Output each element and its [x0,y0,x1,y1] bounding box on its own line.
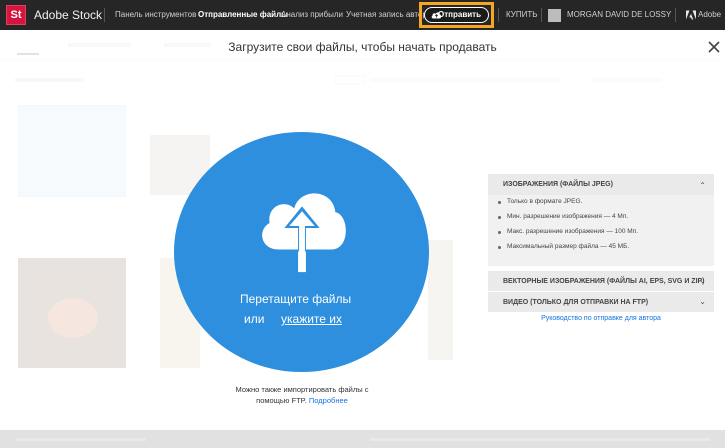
nav-dashboard[interactable]: Панель инструментов [115,10,196,19]
vector-section-header[interactable]: ВЕКТОРНЫЕ ИЗОБРАЖЕНИЯ (ФАЙЛЫ AI, EPS, SV… [488,271,714,291]
upload-button[interactable]: Отправить [424,7,489,23]
vector-header-label: ВЕКТОРНЫЕ ИЗОБРАЖЕНИЯ (ФАЙЛЫ AI, EPS, SV… [503,278,705,285]
ftp-learn-more-link[interactable]: Подробнее [309,396,348,405]
ftp-note-text: Можно также импортировать файлы с помощь… [235,385,369,405]
modal-title: Загрузите свои файлы, чтобы начать прода… [228,40,497,54]
video-header-label: ВИДЕО (ТОЛЬКО ДЛЯ ОТПРАВКИ НА FTP) [503,299,649,306]
nav-buy[interactable]: КУПИТЬ [506,10,537,19]
list-item: Максимальный размер файла — 45 МБ. [496,243,638,258]
close-icon[interactable] [708,41,720,53]
divider [675,8,676,22]
video-section-header[interactable]: ВИДЕО (ТОЛЬКО ДЛЯ ОТПРАВКИ НА FTP) ⌄ [488,292,714,312]
list-item: Макс. разрешение изображения — 100 Мп. [496,228,638,243]
or-text: или [244,312,265,326]
cloud-upload-icon [262,193,346,273]
chevron-down-icon: ⌄ [699,297,706,306]
drop-files-text: Перетащите файлы [240,292,352,306]
browse-files-link[interactable]: укажите их [281,312,342,326]
chevron-up-icon: ⌃ [699,181,706,190]
list-item: Только в формате JPEG. [496,198,638,213]
adobe-label[interactable]: Adobe [698,10,721,19]
avatar[interactable] [548,9,561,22]
cloud-upload-icon [431,12,442,19]
ftp-note: Можно также импортировать файлы с помощь… [224,384,380,406]
adobe-icon[interactable] [686,10,696,20]
nav-uploaded-files[interactable]: Отправленные файлы [198,10,288,19]
brand-name[interactable]: Adobe Stock [34,8,102,22]
nav-earnings[interactable]: Анализ прибыли [281,10,343,19]
divider [498,8,499,22]
divider [104,8,105,22]
divider [541,8,542,22]
chevron-down-icon: ⌄ [699,276,706,285]
image-rules-list: Только в формате JPEG. Мин. разрешение и… [496,198,638,258]
contributor-guide-link[interactable]: Руководство по отправке для автора [488,315,714,322]
images-header-label: ИЗОБРАЖЕНИЯ (ФАЙЛЫ JPEG) [503,181,613,188]
images-section-header[interactable]: ИЗОБРАЖЕНИЯ (ФАЙЛЫ JPEG) ⌃ [488,174,714,195]
list-item: Мин. разрешение изображения — 4 Мп. [496,213,638,228]
adobe-stock-logo[interactable]: St [6,5,26,25]
upload-label: Отправить [438,10,481,19]
user-name[interactable]: MORGAN DAVID DE LOSSY [567,10,671,19]
top-bar: St Adobe Stock Панель инструментов Отпра… [0,0,725,30]
